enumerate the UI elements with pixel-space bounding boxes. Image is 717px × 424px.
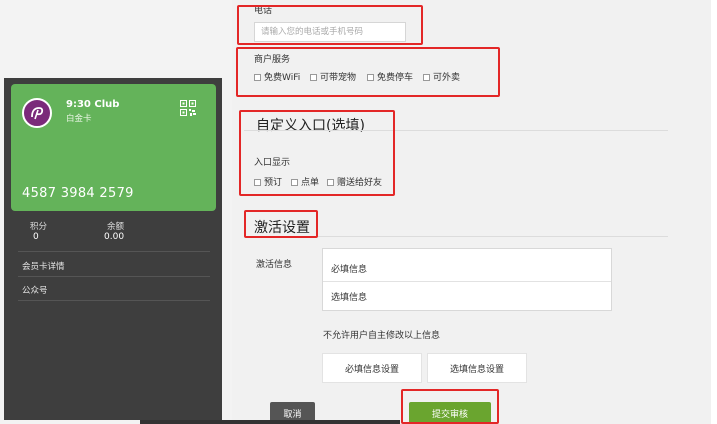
activation-info-label: 激活信息 <box>256 260 293 270</box>
highlight-custom-entry <box>239 110 395 196</box>
club-logo-icon <box>22 98 52 128</box>
required-info-row[interactable]: 必填信息 <box>331 262 367 275</box>
balance-label: 余额 <box>107 222 125 232</box>
optional-info-row[interactable]: 选填信息 <box>331 290 367 303</box>
card-number: 4587 3984 2579 <box>22 186 134 201</box>
info-separator <box>323 281 611 282</box>
highlight-activation <box>244 210 318 238</box>
taskbar-strip <box>140 420 400 424</box>
qr-code-icon[interactable] <box>180 100 196 116</box>
highlight-merchant-services <box>236 47 500 97</box>
optional-settings-button[interactable]: 选填信息设置 <box>427 353 527 383</box>
required-settings-button[interactable]: 必填信息设置 <box>322 353 422 383</box>
club-name: 9:30 Club <box>66 99 120 110</box>
balance-value: 0.00 <box>104 232 125 242</box>
menu-divider <box>18 251 210 252</box>
points-value: 0 <box>33 232 39 242</box>
card-type: 白金卡 <box>66 114 92 124</box>
highlight-phone <box>237 5 423 45</box>
highlight-submit <box>401 389 499 424</box>
menu-divider <box>18 276 210 277</box>
menu-item-official-account[interactable]: 公众号 <box>22 284 48 296</box>
no-modify-note: 不允许用户自主修改以上信息 <box>323 331 441 341</box>
menu-divider <box>18 300 210 301</box>
menu-item-card-details[interactable]: 会员卡详情 <box>22 260 65 272</box>
points-label: 积分 <box>30 222 48 232</box>
page-edge <box>711 0 717 424</box>
